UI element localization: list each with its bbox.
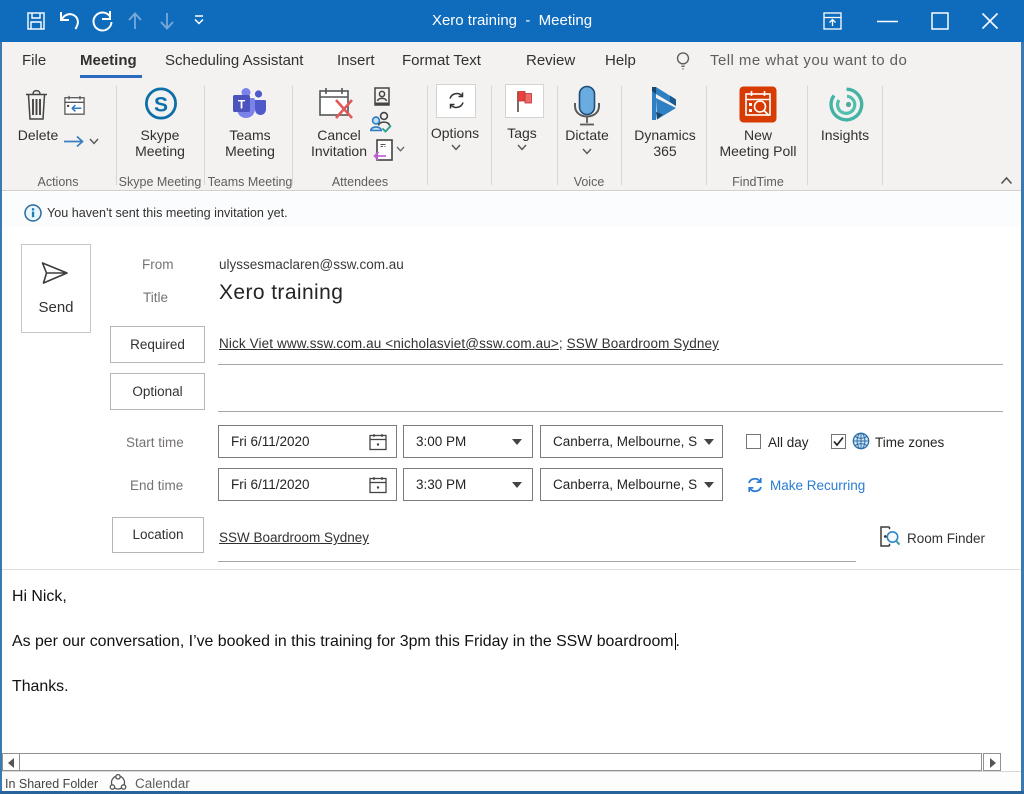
svg-text:S: S: [154, 94, 168, 117]
svg-text:T: T: [238, 98, 246, 112]
